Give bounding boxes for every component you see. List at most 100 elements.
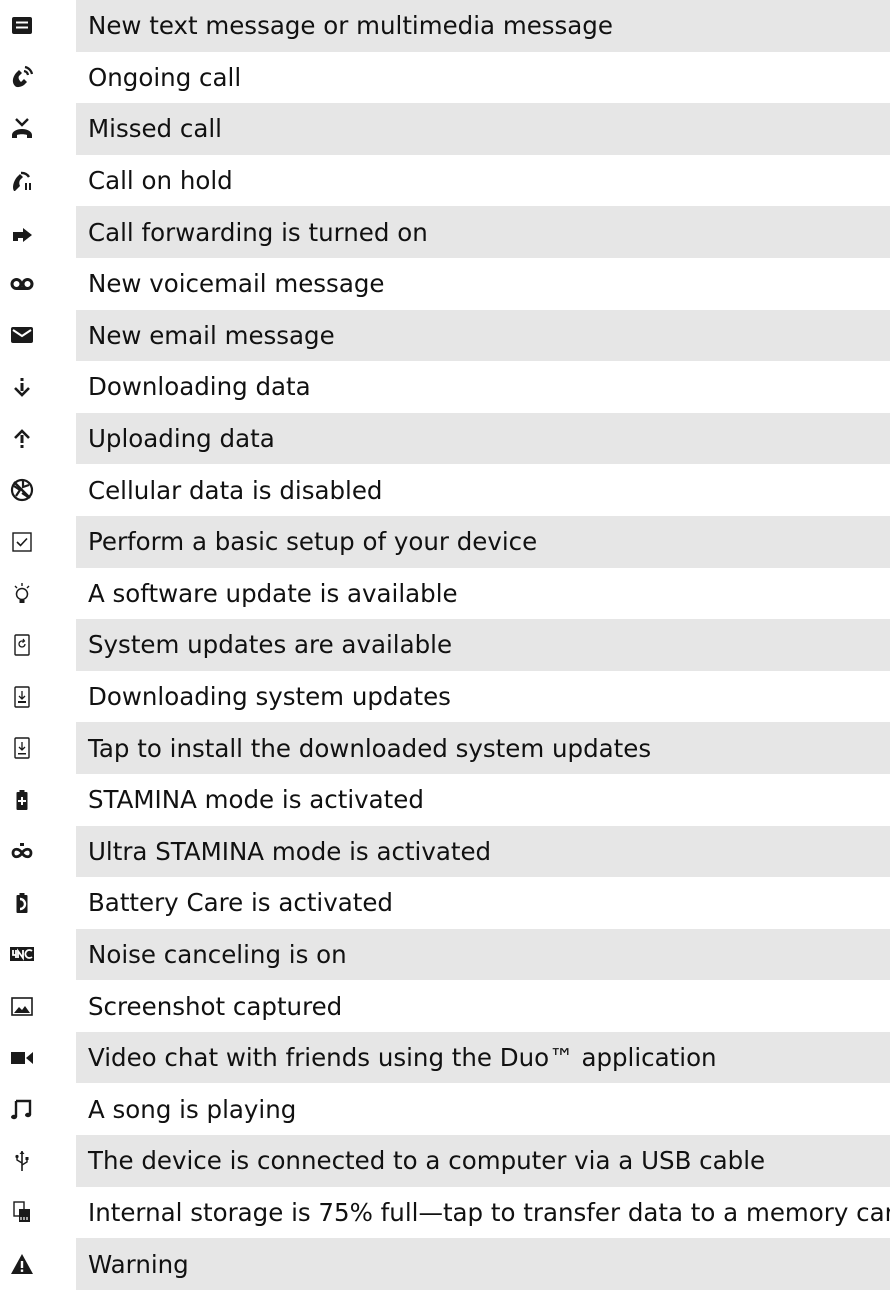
table-row: Downloading system updates: [0, 671, 890, 723]
table-row: Ongoing call: [0, 52, 890, 104]
row-label: Downloading system updates: [88, 682, 451, 712]
row-label: Screenshot captured: [88, 991, 343, 1021]
table-row: System updates are available: [0, 619, 890, 671]
icon-cell: [0, 1187, 76, 1239]
icon-cell: [0, 103, 76, 155]
row-label: STAMINA mode is activated: [88, 785, 424, 815]
row-label: Missed call: [76, 103, 890, 155]
battery-care-icon: [9, 890, 35, 916]
table-row: Perform a basic setup of your device: [0, 515, 890, 568]
row-label: Call forwarding is turned on: [76, 206, 890, 258]
video-chat-icon: [9, 1045, 35, 1071]
table-row: New voicemail message: [0, 258, 890, 310]
table-row: STAMINA mode is activated: [0, 774, 890, 826]
table-row: New email message: [0, 309, 890, 362]
icon-cell: [0, 206, 76, 258]
table-row: The device is connected to a computer vi…: [0, 1135, 890, 1187]
data-disabled-icon: [9, 477, 35, 503]
row-label: Tap to install the downloaded system upd…: [76, 722, 890, 774]
warning-icon: [9, 1251, 35, 1277]
noise-cancel-icon: [9, 941, 35, 967]
row-label: Internal storage is 75% full—tap to tran…: [88, 1197, 890, 1227]
voicemail-icon: [9, 271, 35, 297]
ultra-stamina-icon: [9, 838, 35, 864]
icon-cell: [0, 0, 76, 52]
message-icon: [9, 13, 35, 39]
screenshot-icon: [9, 993, 35, 1019]
row-label: New text message or multimedia message: [76, 0, 890, 52]
row-label: Ultra STAMINA mode is activated: [76, 825, 890, 878]
table-row: New text message or multimedia message: [0, 0, 890, 52]
icon-cell: [0, 258, 76, 310]
upload-icon: [9, 426, 35, 452]
row-label: Cellular data is disabled: [88, 475, 383, 505]
row-label: Ongoing call: [88, 62, 242, 92]
row-label: New email message: [76, 309, 890, 362]
download-icon: [9, 374, 35, 400]
table-row: Call on hold: [0, 155, 890, 207]
row-label: Perform a basic setup of your device: [76, 515, 890, 568]
table-row: Uploading data: [0, 412, 890, 465]
row-label: New voicemail message: [88, 269, 385, 299]
icon-cell: [0, 980, 76, 1032]
icon-cell: [0, 155, 76, 207]
icon-cell: [0, 877, 76, 929]
table-row: Tap to install the downloaded system upd…: [0, 722, 890, 774]
row-label: The device is connected to a computer vi…: [76, 1135, 890, 1187]
row-label: Warning: [76, 1238, 890, 1290]
usb-icon: [9, 1148, 35, 1174]
row-label: System updates are available: [76, 619, 890, 671]
downloading-update-icon: [9, 684, 35, 710]
ongoing-call-icon: [9, 64, 35, 90]
row-label: A software update is available: [88, 578, 458, 608]
storage-icon: [9, 1199, 35, 1225]
table-row: A song is playing: [0, 1083, 890, 1135]
install-update-icon: [9, 735, 35, 761]
icon-cell: [0, 1238, 76, 1290]
icon-cell: [0, 929, 76, 981]
icon-cell: [0, 1032, 76, 1084]
table-row: Screenshot captured: [0, 980, 890, 1032]
row-label: Downloading data: [88, 372, 311, 402]
icon-cell: [0, 671, 76, 723]
icon-cell: [0, 774, 76, 826]
row-label: Noise canceling is on: [76, 928, 890, 981]
icon-cell: [0, 722, 76, 774]
table-row: Internal storage is 75% full—tap to tran…: [0, 1187, 890, 1239]
table-row: Battery Care is activated: [0, 877, 890, 929]
icon-cell: [0, 52, 76, 104]
table-row: A software update is available: [0, 568, 890, 620]
stamina-icon: [9, 787, 35, 813]
icon-cell: [0, 1135, 76, 1187]
row-label: Video chat with friends using the Duo™ a…: [76, 1031, 890, 1084]
row-label: Call on hold: [88, 166, 233, 196]
call-on-hold-icon: [9, 168, 35, 194]
icon-cell: [0, 1083, 76, 1135]
email-icon: [9, 322, 35, 348]
row-label: A song is playing: [88, 1094, 297, 1124]
table-row: Noise canceling is on: [0, 928, 890, 981]
icon-cell: [0, 361, 76, 413]
table-row: Downloading data: [0, 361, 890, 413]
missed-call-icon: [9, 116, 35, 142]
row-label: Battery Care is activated: [88, 888, 393, 918]
table-row: Video chat with friends using the Duo™ a…: [0, 1031, 890, 1084]
icon-cell: [0, 413, 76, 465]
lightbulb-icon: [9, 580, 35, 606]
system-update-icon: [9, 632, 35, 658]
call-forward-icon: [9, 219, 35, 245]
icon-cell: [0, 516, 76, 568]
checkbox-icon: [9, 529, 35, 555]
table-row: Cellular data is disabled: [0, 464, 890, 516]
icon-cell: [0, 310, 76, 362]
table-row: Call forwarding is turned on: [0, 206, 890, 258]
icon-cell: [0, 826, 76, 878]
table-row: Warning: [0, 1238, 890, 1290]
icon-cell: [0, 619, 76, 671]
icon-legend-table: New text message or multimedia message On…: [0, 0, 890, 1290]
icon-cell: [0, 464, 76, 516]
table-row: Missed call: [0, 103, 890, 155]
table-row: Ultra STAMINA mode is activated: [0, 825, 890, 878]
music-icon: [9, 1096, 35, 1122]
row-label: Uploading data: [76, 412, 890, 465]
